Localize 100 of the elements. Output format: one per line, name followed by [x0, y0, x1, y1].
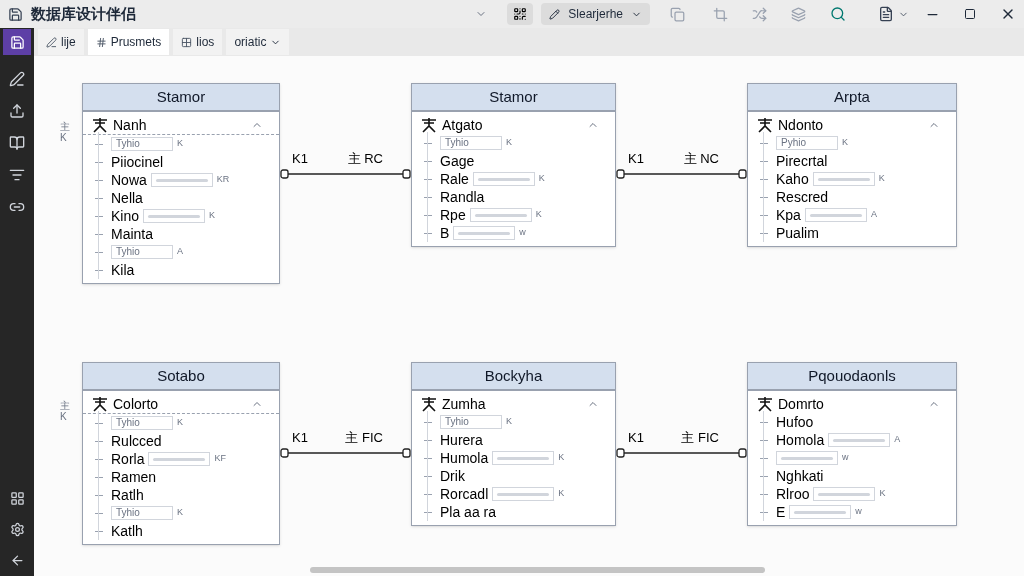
input-field[interactable]: Pyhio [776, 136, 838, 150]
column-name: Rorla [111, 449, 145, 469]
entity-table[interactable]: Stamor Atgato Tyhio K Gage Rale K Randla Rpe K B w [411, 83, 616, 247]
save-button[interactable] [3, 29, 31, 55]
entity-table[interactable]: Bockyha Zumha Tyhio K Hurera Humola K Drik Rorcadl K Pla aa ra [411, 362, 616, 526]
input-field[interactable]: Tyhio [440, 415, 502, 429]
pencil-icon [549, 8, 561, 20]
relation-line[interactable] [280, 168, 411, 179]
column-name: Kpa [776, 205, 801, 225]
entity-table[interactable]: Pqouodaonls Domrto Hufoo Homola A w Nghkati Rlroo K E w [747, 362, 957, 526]
column-name: Ratlh [111, 485, 144, 505]
column-name: Rpe [440, 205, 466, 225]
input-field[interactable] [148, 452, 211, 466]
entity-table[interactable]: Stamor Nanh Tyhio K Piiocinel Nowa KR Nella Kino K Mainta Tyhio A Kila [82, 83, 280, 284]
column-name: Kila [111, 260, 135, 280]
qr-code-icon [513, 7, 528, 21]
column-name: Rale [440, 169, 469, 189]
column-name: Rlroo [776, 484, 810, 504]
column-name: Nghkati [776, 466, 824, 486]
entity-table[interactable]: Sotabo Colorto Tyhio K Rulcced Rorla KF Ramen Ratlh Tyhio K Katlh [82, 362, 280, 545]
field-note: K [506, 415, 512, 429]
column-name: Nanh [113, 115, 147, 135]
column-name: Atgato [442, 115, 483, 135]
field-note: K [177, 506, 183, 520]
search-icon[interactable] [830, 6, 846, 22]
field-note: K [177, 137, 183, 151]
input-field[interactable] [469, 208, 532, 222]
input-field[interactable] [492, 487, 555, 501]
shuffle-icon[interactable] [752, 6, 767, 22]
app-icon [8, 6, 23, 22]
input-field[interactable] [828, 433, 891, 447]
grid-icon[interactable] [9, 491, 25, 506]
input-field[interactable]: Tyhio [111, 416, 173, 430]
side-note: 主K [60, 400, 70, 422]
column-name: Randla [440, 187, 485, 207]
column-name: Piiocinel [111, 152, 164, 172]
column-name: Hurera [440, 430, 483, 450]
crop-icon[interactable] [713, 6, 728, 22]
input-field[interactable] [492, 451, 555, 465]
column-name: Mainta [111, 224, 154, 244]
tab[interactable]: lije [38, 29, 84, 55]
tool-icon[interactable] [9, 135, 25, 151]
qr-button[interactable] [507, 3, 534, 25]
input-field[interactable] [472, 172, 535, 186]
relation-label: K1 [292, 150, 308, 168]
input-field[interactable]: Tyhio [440, 136, 502, 150]
copy-icon[interactable] [670, 6, 685, 22]
input-field[interactable] [143, 209, 206, 223]
column-name: Ndonto [778, 115, 824, 135]
relation-label: 主 NC [683, 150, 719, 168]
tab[interactable]: oriatic [226, 29, 290, 55]
input-field[interactable] [150, 173, 213, 187]
pencil-icon [46, 36, 57, 48]
tool-icon[interactable] [9, 71, 25, 87]
column-name: E [776, 502, 786, 522]
column-name: Ramen [111, 467, 157, 487]
field-note: w [519, 226, 526, 240]
input-field[interactable] [813, 487, 876, 501]
layers-icon[interactable] [791, 6, 806, 22]
column-name: Nowa [111, 170, 147, 190]
field-note: w [855, 505, 862, 519]
entity-table[interactable]: Arpta Ndonto Pyhio K Pirecrtal Kaho K Rescred Kpa A Pualim [747, 83, 957, 247]
horizontal-scrollbar[interactable] [310, 567, 765, 573]
document-icon[interactable] [878, 6, 894, 22]
relation-label: K1 [628, 150, 644, 168]
tool-icon[interactable] [9, 103, 25, 119]
column-name: Zumha [442, 394, 486, 414]
window-title: 数据库设计伴侣 [31, 3, 136, 24]
relation-line[interactable] [616, 447, 747, 458]
key-icon [420, 117, 438, 133]
tab[interactable]: Prusmets [87, 29, 170, 55]
tool-icon[interactable] [9, 167, 25, 183]
field-note: K [506, 136, 512, 150]
maximize-icon[interactable] [964, 8, 976, 20]
input-field[interactable] [776, 451, 838, 465]
input-field[interactable] [812, 172, 875, 186]
field-note: A [870, 208, 877, 222]
column-name: Rulcced [111, 431, 162, 451]
input-field[interactable] [453, 226, 516, 240]
input-field[interactable]: Tyhio [111, 506, 173, 520]
relation-line[interactable] [280, 447, 411, 458]
key-icon [420, 396, 438, 412]
tab[interactable]: lios [173, 29, 223, 55]
input-field[interactable]: Tyhio [111, 245, 173, 259]
back-icon[interactable] [9, 553, 25, 568]
column-name: Nella [111, 188, 143, 208]
input-field[interactable]: Tyhio [111, 137, 173, 151]
entity-title: Sotabo [83, 363, 279, 391]
column-name: Pualim [776, 223, 819, 243]
field-note: K [209, 209, 216, 223]
relation-line[interactable] [616, 168, 747, 179]
column-name: B [440, 223, 450, 243]
save-icon [9, 34, 25, 50]
column-name: Katlh [111, 521, 143, 541]
field-note: A [894, 433, 901, 447]
input-field[interactable] [804, 208, 867, 222]
settings-icon[interactable] [9, 522, 25, 537]
layout-dropdown[interactable]: Slearjerhe [541, 3, 650, 25]
input-field[interactable] [789, 505, 852, 519]
grid-icon [181, 36, 193, 48]
